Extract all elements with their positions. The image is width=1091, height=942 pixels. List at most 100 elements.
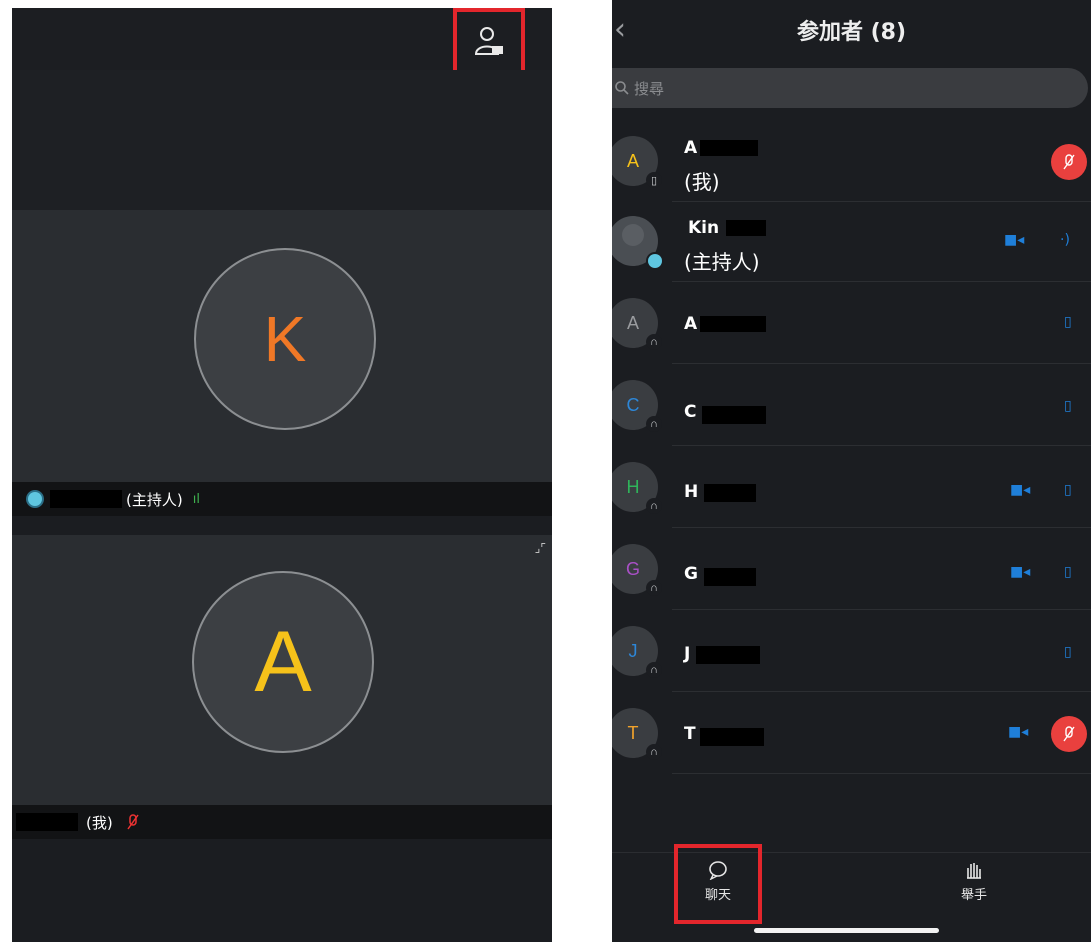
chat-label: 聊天 xyxy=(704,888,731,903)
row-divider xyxy=(672,363,1091,364)
participant-avatar: J ∩ xyxy=(612,626,662,678)
redacted-name xyxy=(702,406,766,424)
host-badge-icon xyxy=(648,254,662,268)
participants-button[interactable] xyxy=(472,24,506,58)
row-divider xyxy=(672,445,1091,446)
participant-row[interactable]: C ∩ C ▯ xyxy=(612,366,1091,446)
search-icon xyxy=(615,81,629,95)
avatar-initial: T xyxy=(627,722,639,743)
video-camera-icon: ■◂ xyxy=(1010,564,1031,580)
participant-row[interactable]: A ▯ A (我) xyxy=(612,122,1091,202)
headphone-icon: ∩ xyxy=(646,416,662,432)
mic-muted-icon xyxy=(1063,154,1075,170)
hand-icon xyxy=(967,863,981,879)
redacted-self-name xyxy=(16,813,78,831)
participants-header: ‹ 参加者 (8) xyxy=(612,0,1091,62)
avatar-initial: A xyxy=(626,312,639,333)
row-divider xyxy=(672,527,1091,528)
redacted-name xyxy=(726,220,766,236)
headphone-icon: ∩ xyxy=(646,580,662,596)
participant-name: J xyxy=(684,644,691,664)
person-silhouette-icon xyxy=(622,224,644,246)
mic-icon: ▯ xyxy=(1064,564,1072,580)
host-label: (主持人) xyxy=(126,490,183,509)
self-avatar: A xyxy=(192,571,374,753)
participant-name: A xyxy=(684,138,698,158)
participant-avatar xyxy=(612,216,662,268)
row-divider xyxy=(672,773,1091,774)
participant-row[interactable]: J ∩ J ▯ xyxy=(612,612,1091,692)
host-video-tile[interactable]: K xyxy=(12,210,552,482)
speaking-icon: ıl xyxy=(192,491,200,507)
participants-icon xyxy=(474,27,503,55)
headphone-icon: ∩ xyxy=(646,498,662,514)
row-divider xyxy=(672,609,1091,610)
row-divider xyxy=(672,281,1091,282)
video-camera-icon: ■◂ xyxy=(1010,482,1031,498)
raise-hand-button[interactable]: 舉手 xyxy=(946,860,1002,903)
mic-muted-button[interactable] xyxy=(1051,716,1087,752)
participant-name: T xyxy=(684,724,696,744)
participant-avatar: A ▯ xyxy=(612,136,662,188)
shrink-icon[interactable]: ⌟⌜ xyxy=(535,541,546,555)
phone-icon: ▯ xyxy=(646,172,662,188)
participants-screen: ‹ 参加者 (8) 搜尋 A ▯ A (我) Kin (主持人) ■◂ ·) A… xyxy=(612,0,1091,942)
redacted-name xyxy=(700,316,766,332)
avatar-initial: G xyxy=(625,558,640,579)
page-title: 参加者 (8) xyxy=(796,20,907,45)
mic-icon: ▯ xyxy=(1064,644,1072,660)
row-divider xyxy=(672,691,1091,692)
participant-name: Kin xyxy=(688,218,720,238)
participant-row[interactable]: T ∩ T ■◂ xyxy=(612,694,1091,774)
headphone-icon: ∩ xyxy=(646,744,662,760)
search-input[interactable]: 搜尋 xyxy=(612,68,1088,108)
participant-avatar: G ∩ xyxy=(612,544,662,596)
host-name-bar: (主持人) ıl xyxy=(12,482,552,516)
participant-avatar: C ∩ xyxy=(612,380,662,432)
avatar-initial: H xyxy=(626,476,640,497)
participant-row[interactable]: Kin (主持人) ■◂ ·) xyxy=(612,202,1091,282)
meeting-gallery-screen: K (主持人) ıl ⌟⌜ A (我) xyxy=(12,8,552,942)
participant-name: A xyxy=(684,314,698,334)
mic-muted-icon xyxy=(1063,726,1075,742)
mic-icon: ▯ xyxy=(1064,314,1072,330)
home-indicator xyxy=(754,928,939,933)
mic-icon: ▯ xyxy=(1064,398,1072,414)
self-avatar-initial: A xyxy=(254,613,312,710)
host-avatar: K xyxy=(194,248,376,430)
redacted-name xyxy=(704,568,756,586)
participant-row[interactable]: H ∩ H ■◂ ▯ xyxy=(612,448,1091,528)
participant-sub: (主持人) xyxy=(684,250,760,274)
self-video-tile[interactable]: ⌟⌜ A xyxy=(12,535,552,805)
participant-row[interactable]: A ∩ A ▯ xyxy=(612,284,1091,364)
mic-icon: ▯ xyxy=(1064,482,1072,498)
participant-name: H xyxy=(684,482,699,502)
host-badge-icon xyxy=(28,492,42,506)
participant-avatar: A ∩ xyxy=(612,298,662,350)
participant-sub: (我) xyxy=(684,170,720,194)
video-camera-icon: ■◂ xyxy=(1008,724,1029,740)
redacted-host-name xyxy=(50,490,122,508)
chat-bubble-icon xyxy=(709,861,727,881)
raise-hand-label: 舉手 xyxy=(960,888,987,903)
redacted-name xyxy=(700,140,758,156)
chat-button[interactable]: 聊天 xyxy=(690,860,746,903)
avatar-initial: C xyxy=(626,394,640,415)
participant-avatar: T ∩ xyxy=(612,708,662,760)
self-name-bar: (我) xyxy=(12,805,552,839)
redacted-name xyxy=(700,728,764,746)
host-avatar-initial: K xyxy=(263,303,307,375)
mic-muted-button[interactable] xyxy=(1051,144,1087,180)
headphone-icon: ∩ xyxy=(646,334,662,350)
avatar-initial: A xyxy=(626,150,639,171)
mic-muted-icon xyxy=(127,814,139,830)
participant-avatar: H ∩ xyxy=(612,462,662,514)
headphone-icon: ∩ xyxy=(646,662,662,678)
participant-name: C xyxy=(684,402,697,422)
avatar-initial: J xyxy=(628,640,638,661)
speaking-icon: ·) xyxy=(1060,232,1070,248)
video-camera-icon: ■◂ xyxy=(1004,232,1025,248)
empty-area xyxy=(12,70,552,210)
self-label: (我) xyxy=(86,813,113,832)
participant-row[interactable]: G ∩ G ■◂ ▯ xyxy=(612,530,1091,610)
